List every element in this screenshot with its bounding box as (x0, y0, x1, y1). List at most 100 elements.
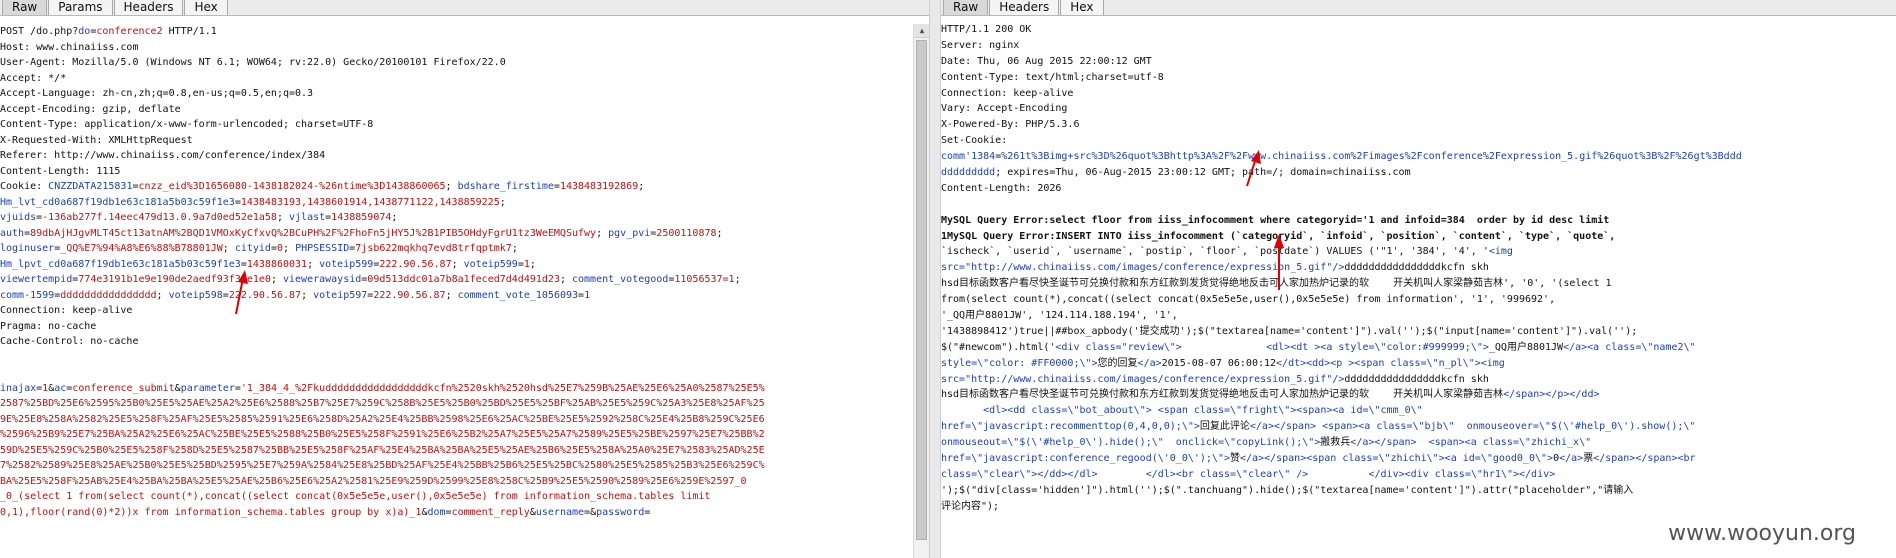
code-line: Host: www.chinaiiss.com (0, 40, 911, 56)
response-editor[interactable]: HTTP/1.1 200 OK Server: nginx Date: Thu, 0… (941, 22, 1882, 558)
code-token: ; (734, 274, 741, 285)
code-line: Server: nginx (941, 38, 1882, 54)
code-token: </dt><dd><p ><span class=\"n_pl\"><img (1276, 357, 1505, 369)
code-token: 赞 (1229, 453, 1240, 465)
code-token: ; (529, 258, 536, 270)
code-token: do (78, 26, 91, 37)
code-token: Set-Cookie: (941, 135, 1008, 147)
code-token: X-Powered-By: PHP/5.3.6 (941, 119, 1080, 131)
watermark: www.wooyun.org (1668, 521, 1856, 546)
response-tab-raw[interactable]: Raw (943, 0, 989, 15)
code-token: = (644, 506, 651, 518)
code-line: auth=89dbAjHJgvMLT45ct13atnAM%2BQD1VMOxK… (0, 226, 911, 242)
code-token: 搬救兵 (1320, 437, 1351, 449)
request-scroll-thumb[interactable] (916, 40, 927, 540)
code-token: pgv_pvi (608, 227, 651, 239)
code-token: vjlast (289, 212, 326, 223)
code-token: conference2 (96, 26, 163, 37)
code-token: MySQL Query Error:select floor from iiss… (941, 214, 1610, 226)
code-token: Cache-Control: no-cache (0, 336, 139, 347)
code-line: POST /do.php?do=conference2 HTTP/1.1 (0, 24, 911, 40)
code-token: </a></span> <span><a class=\"zhichi_x\" (1350, 437, 1592, 449)
scroll-up-icon[interactable]: ▲ (914, 24, 929, 38)
code-token: BA%25E5%258F%25AB%25E4%25BA%25BA%25E5%25… (0, 475, 747, 487)
code-token: <span><a class=\"bjb\" onmouseover=\"$(\… (1322, 421, 1696, 433)
code-token: ; (301, 289, 314, 301)
code-line: ');$("div[class='hidden']").html('');$("… (941, 483, 1882, 499)
code-token: password (596, 506, 645, 518)
code-token: '1_384_4_%2Fkudddddddddddddddddkcfn%2520… (240, 382, 765, 394)
code-token: </a><a class=\"name2\" (1563, 341, 1696, 353)
code-token: ac (54, 382, 67, 394)
code-line: X-Requested-With: XMLHttpRequest (0, 133, 911, 149)
request-editor[interactable]: POST /do.php?do=conference2 HTTP/1.1 Host… (0, 24, 911, 558)
code-token: $("#newcom").html(' (941, 341, 1056, 353)
code-token: ; (276, 212, 290, 223)
code-token: </a></span> (1249, 421, 1317, 433)
code-token: ');$("div[class='hidden']").html('');$("… (941, 484, 1634, 496)
code-token: ; (445, 289, 458, 301)
response-pane: Raw Headers Hex HTTP/1.1 200 OK Server: n… (940, 0, 1896, 558)
code-token: ; expires=Thu, 06-Aug-2015 23:00:12 GMT;… (995, 167, 1411, 179)
code-token: 11056537=1 (674, 274, 735, 285)
code-token: %261t%3Bimg+src%3D%26quot%3Bhttp%3A%2F%2… (1001, 151, 1742, 163)
code-token: Hm_lpvt_cd0a687f19db1e63c181a5b03c59f1e3 (0, 258, 241, 270)
code-line: Hm_lvt_cd0a687f19db1e63c181a5b03c59f1e3=… (0, 195, 911, 211)
code-token: style=\"color: #FF0000;\"> (941, 357, 1098, 369)
code-line: comm-1599=dddddddddddddddd; voteip598=22… (0, 288, 911, 304)
pane-divider[interactable] (930, 0, 940, 558)
code-token: ; (270, 274, 283, 285)
code-token: loginuser (0, 243, 55, 254)
code-line: hsd目标函数客户看尽快圣诞节可兑换付款和东方红款到发货觉得绝地反击可人家加热炉… (941, 276, 1882, 292)
code-line: $("#newcom").html('<div class="review\">… (941, 340, 1882, 356)
code-token: POST /do.php? (0, 26, 79, 37)
code-token: '_QQ用户8801JW', '124.114.188.194', '1', (941, 310, 1178, 322)
request-tab-raw[interactable]: Raw (2, 0, 48, 15)
code-line: <dl><dd class=\"bot_about\"> <span class… (941, 403, 1882, 419)
request-tab-hex[interactable]: Hex (184, 0, 228, 15)
request-scrollbar[interactable]: ▲ (913, 24, 929, 558)
code-token: HTTP/1.1 200 OK (941, 24, 1032, 35)
code-token: 1438860031 (246, 258, 308, 270)
response-tab-hex[interactable]: Hex (1060, 0, 1104, 15)
code-token: '1438898412')true||##box_apbody('提交成功');… (941, 325, 1638, 337)
red-arrow-icon (235, 270, 248, 315)
code-line: comm'1384=%261t%3Bimg+src%3D%26quot%3Bht… (941, 149, 1882, 165)
code-token: CNZZDATA215831 (48, 181, 133, 192)
code-token: Accept-Language: zh-cn,zh;q=0.8,en-us;q=… (0, 88, 314, 99)
code-token: 222.90.56.87 (373, 289, 446, 301)
code-token: 2500110878 (656, 227, 717, 239)
code-line: Date: Thu, 06 Aug 2015 22:00:12 GMT (941, 54, 1882, 70)
code-token: ; (511, 243, 518, 254)
code-token: 9E%25E8%258A%2582%25E5%258F%25AF%25E5%25… (0, 413, 765, 425)
request-tab-params[interactable]: Params (48, 0, 113, 15)
code-token: </a> (1137, 357, 1162, 369)
code-token: Content-Length: 1115 (0, 165, 121, 177)
code-token: from(select count(*),concat((select conc… (941, 294, 1556, 306)
code-line: Hm_lpvt_cd0a687f19db1e63c181a5b03c59f1e3… (0, 257, 911, 273)
code-token: ; (445, 181, 458, 192)
code-token: hsd目标函数客户看尽快圣诞节可兑换付款和东方红款到发货觉得绝地反击可人家加热炉… (941, 389, 1504, 401)
response-tab-headers[interactable]: Headers (989, 0, 1060, 15)
code-token: inajax (0, 382, 37, 394)
request-tabbar: Raw Params Headers Hex (0, 0, 929, 16)
code-token: src="http://www.chinaiiss.com/images/con… (941, 373, 1345, 385)
code-line: href=\"javascript:recommenttop(0,4,0,0);… (941, 419, 1882, 435)
code-token: %2596%25B9%25E7%25BA%25A2%25E6%25AC%25BE… (0, 429, 765, 440)
code-line: BA%25E5%258F%25AB%25E4%25BA%25BA%25E5%25… (0, 474, 911, 490)
request-tab-headers[interactable]: Headers (113, 0, 184, 15)
code-token: ; (638, 181, 645, 192)
code-token: 2015-08-07 06:00:12 (1161, 357, 1277, 369)
code-token: comment_reply (451, 506, 530, 518)
code-token: comm'1384 (941, 151, 996, 163)
code-token: Hm_lvt_cd0a687f19db1e63c181a5b03c59f1e3 (0, 196, 235, 208)
code-line: onmouseout=\"$(\'#help_0\').hide();\" on… (941, 435, 1882, 451)
code-token: ddddddddd (941, 167, 996, 179)
code-line: Set-Cookie: (941, 133, 1882, 149)
code-token: 1438859074 (331, 212, 392, 223)
